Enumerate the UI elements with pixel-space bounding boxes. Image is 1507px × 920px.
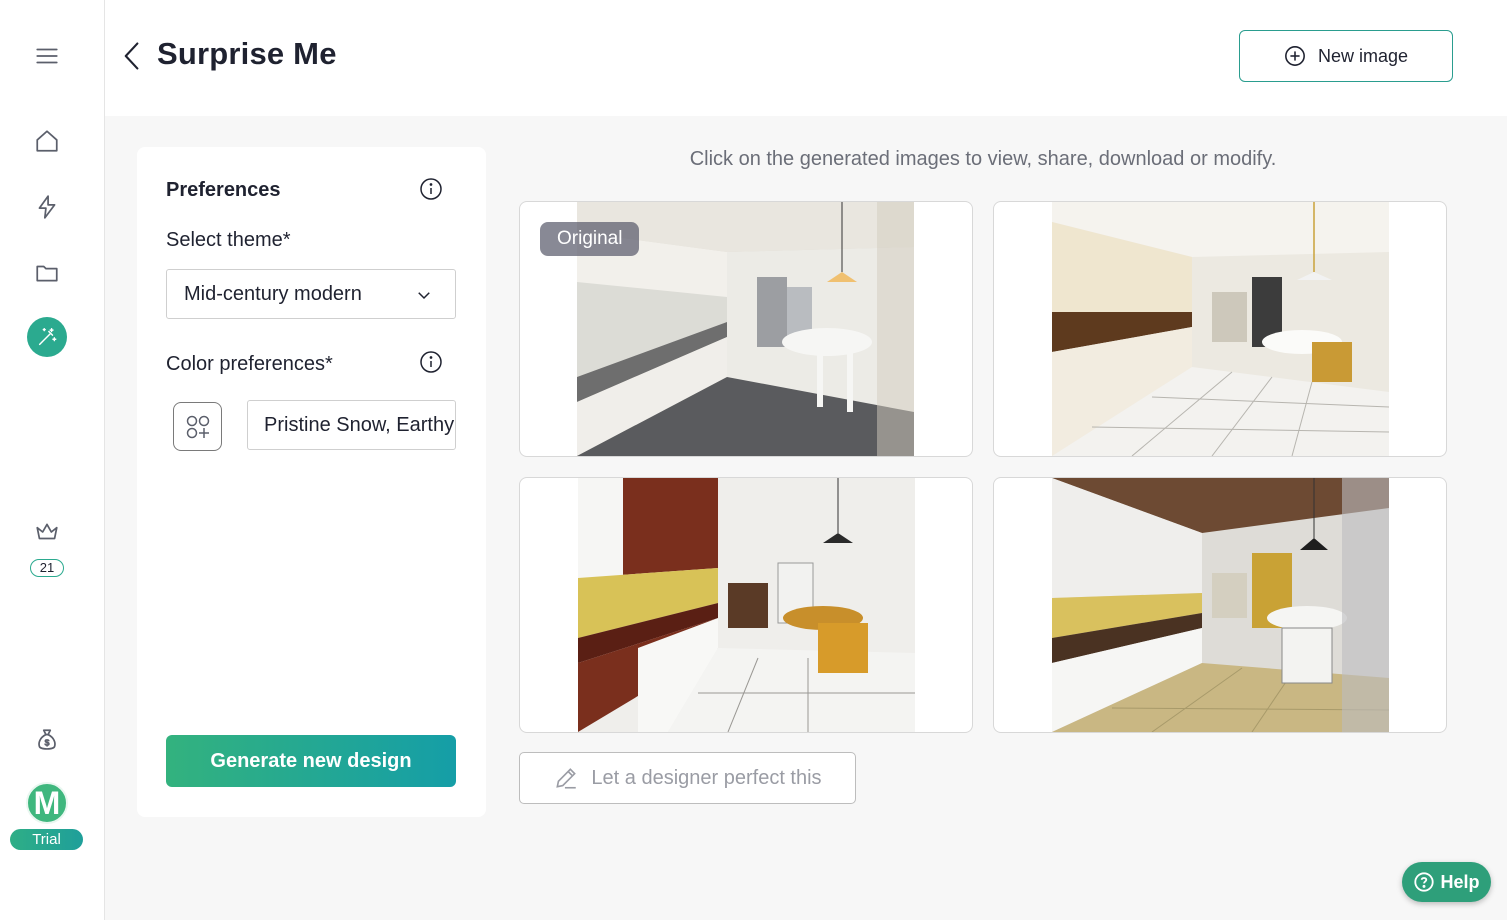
palette-button[interactable] xyxy=(173,402,222,451)
preferences-panel: Preferences Select theme* Mid-century mo… xyxy=(137,147,486,817)
generate-design-button[interactable]: Generate new design xyxy=(166,735,456,787)
question-circle-icon xyxy=(1414,872,1435,892)
image-card-variant-1[interactable] xyxy=(993,201,1447,457)
magic-wand-icon[interactable] xyxy=(27,317,67,357)
theme-value: Mid-century modern xyxy=(184,282,362,305)
image-card-original[interactable]: Original xyxy=(519,201,973,457)
original-badge: Original xyxy=(540,222,640,256)
sidebar: 21 $ M Trial xyxy=(0,0,105,920)
chevron-down-icon xyxy=(418,292,430,300)
svg-text:$: $ xyxy=(45,737,50,747)
new-image-button[interactable]: New image xyxy=(1239,30,1453,82)
info-icon[interactable] xyxy=(419,350,443,374)
results-hint: Click on the generated images to view, s… xyxy=(689,148,1277,170)
info-icon[interactable] xyxy=(419,177,443,201)
page-title: Surprise Me xyxy=(157,36,337,71)
palette-icon xyxy=(186,415,209,438)
image-card-variant-2[interactable] xyxy=(519,477,973,733)
credits-badge: 21 xyxy=(30,559,64,577)
crown-icon[interactable] xyxy=(27,512,67,552)
menu-icon[interactable] xyxy=(27,36,67,76)
preferences-title: Preferences xyxy=(166,179,281,201)
designer-label: Let a designer perfect this xyxy=(591,766,822,789)
kitchen-image xyxy=(578,478,915,732)
designer-button[interactable]: Let a designer perfect this xyxy=(519,752,856,804)
color-preferences-input[interactable] xyxy=(247,400,456,450)
theme-label: Select theme* xyxy=(166,229,291,251)
kitchen-image xyxy=(1052,202,1389,456)
help-label: Help xyxy=(1440,871,1480,892)
money-bag-icon[interactable]: $ xyxy=(27,720,67,760)
theme-select[interactable]: Mid-century modern xyxy=(166,269,456,319)
folder-icon[interactable] xyxy=(27,253,67,293)
color-label: Color preferences* xyxy=(166,353,333,375)
home-icon[interactable] xyxy=(27,121,67,161)
help-button[interactable]: Help xyxy=(1402,862,1491,902)
new-image-label: New image xyxy=(1317,45,1409,66)
avatar[interactable]: M xyxy=(26,782,68,824)
plus-circle-icon xyxy=(1285,46,1305,66)
image-card-variant-3[interactable] xyxy=(993,477,1447,733)
kitchen-image xyxy=(1052,478,1389,732)
pencil-icon xyxy=(556,768,577,789)
lightning-icon[interactable] xyxy=(27,187,67,227)
back-arrow-icon[interactable] xyxy=(120,38,144,74)
trial-badge: Trial xyxy=(10,829,83,850)
